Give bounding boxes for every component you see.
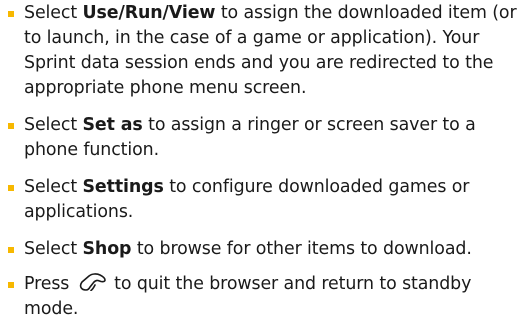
item-prefix: Select (24, 177, 83, 197)
item-prefix: Press (24, 274, 75, 294)
end-key-icon (77, 273, 107, 292)
bullet-icon (8, 281, 14, 288)
item-bold-term: Shop (82, 239, 132, 259)
item-suffix: to browse for other items to download. (131, 239, 472, 259)
list-item: Press to quit the browser and return to … (0, 272, 531, 322)
bullet-icon (8, 246, 14, 253)
list-item: Select Shop to browse for other items to… (0, 237, 531, 262)
item-bold-term: Use/Run/View (82, 3, 216, 23)
bullet-icon (8, 122, 14, 129)
item-prefix: Select (24, 115, 83, 135)
list-item: Select Settings to configure downloaded … (0, 175, 531, 225)
list-item: Select Use/Run/View to assign the downlo… (0, 1, 531, 101)
bullet-icon (8, 184, 14, 191)
item-bold-term: Set as (82, 115, 143, 135)
bullet-icon (8, 10, 14, 17)
item-prefix: Select (24, 3, 83, 23)
list-item: Select Set as to assign a ringer or scre… (0, 113, 531, 163)
item-prefix: Select (24, 239, 83, 259)
item-bold-term: Settings (82, 177, 164, 197)
